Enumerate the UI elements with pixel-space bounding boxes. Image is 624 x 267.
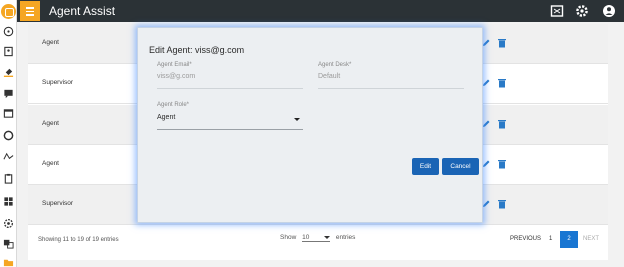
hamburger-icon-line xyxy=(26,14,34,16)
role-cell: Agent xyxy=(42,120,59,127)
show-label: Show xyxy=(280,234,297,241)
edit-icon[interactable] xyxy=(482,159,490,168)
pagination-next[interactable]: NEXT xyxy=(583,236,599,242)
grid-icon[interactable] xyxy=(3,196,14,207)
hamburger-icon xyxy=(26,7,34,9)
icon-sidebar xyxy=(0,0,17,267)
pagination-page-current[interactable]: 2 xyxy=(560,231,578,248)
edit-icon[interactable] xyxy=(482,78,490,87)
page-size-value: 10 xyxy=(302,234,310,241)
page-size-control: Show 10 entries xyxy=(280,234,355,242)
role-cell: Supervisor xyxy=(42,79,74,86)
chevron-down-icon xyxy=(324,236,331,239)
role-cell: Agent xyxy=(42,160,59,167)
edit-icon[interactable] xyxy=(482,38,490,47)
entries-summary: Showing 11 to 19 of 19 entries xyxy=(38,237,119,243)
delete-icon[interactable] xyxy=(498,38,506,48)
app-title: Agent Assist xyxy=(49,4,116,18)
role-underline xyxy=(157,129,303,130)
dashboard-icon[interactable] xyxy=(3,26,14,37)
app-logo-icon[interactable] xyxy=(1,4,16,19)
chat-icon[interactable] xyxy=(3,88,14,99)
role-select[interactable]: Agent xyxy=(157,114,175,121)
hamburger-icon-line xyxy=(26,10,34,12)
analytics-icon[interactable] xyxy=(3,151,14,162)
menu-button[interactable] xyxy=(20,1,40,21)
edit-agent-dialog: Edit Agent: viss@g.com Agent Email* viss… xyxy=(137,27,483,223)
email-underline xyxy=(157,88,303,89)
email-field[interactable]: viss@g.com xyxy=(157,73,195,80)
desk-underline xyxy=(318,88,464,89)
settings-icon[interactable] xyxy=(3,218,14,229)
cancel-button[interactable]: Cancel xyxy=(442,158,479,175)
delete-icon[interactable] xyxy=(498,159,506,169)
circle-icon[interactable] xyxy=(3,130,14,141)
entries-label: entries xyxy=(335,234,356,241)
desk-label: Agent Desk* xyxy=(318,62,352,68)
edit-icon[interactable] xyxy=(482,119,490,128)
folder-icon[interactable] xyxy=(3,257,14,267)
pagination-page[interactable]: 1 xyxy=(549,236,552,242)
role-cell: Supervisor xyxy=(42,200,74,207)
delete-icon[interactable] xyxy=(498,199,506,209)
edit-button[interactable]: Edit xyxy=(412,158,439,175)
translate-icon[interactable] xyxy=(3,238,14,249)
role-cell: Agent xyxy=(42,39,59,46)
window-icon[interactable] xyxy=(3,108,14,119)
gear-icon[interactable] xyxy=(575,4,589,18)
desk-field[interactable]: Default xyxy=(318,73,340,80)
page-size-select[interactable]: 10 xyxy=(302,234,331,242)
chevron-down-icon[interactable] xyxy=(294,118,300,121)
role-label: Agent Role* xyxy=(157,102,190,108)
top-bar: Agent Assist xyxy=(17,0,624,22)
dialog-title: Edit Agent: viss@g.com xyxy=(149,45,245,55)
delete-icon[interactable] xyxy=(498,78,506,88)
email-label: Agent Email* xyxy=(157,62,192,68)
pagination-previous[interactable]: PREVIOUS xyxy=(510,236,541,242)
account-icon[interactable] xyxy=(602,4,616,18)
edit-icon[interactable] xyxy=(482,199,490,208)
fullscreen-icon[interactable] xyxy=(550,4,564,18)
clipboard-icon[interactable] xyxy=(3,173,14,184)
contacts-icon[interactable] xyxy=(3,46,14,57)
delete-icon[interactable] xyxy=(498,119,506,129)
paint-icon[interactable] xyxy=(3,66,14,77)
